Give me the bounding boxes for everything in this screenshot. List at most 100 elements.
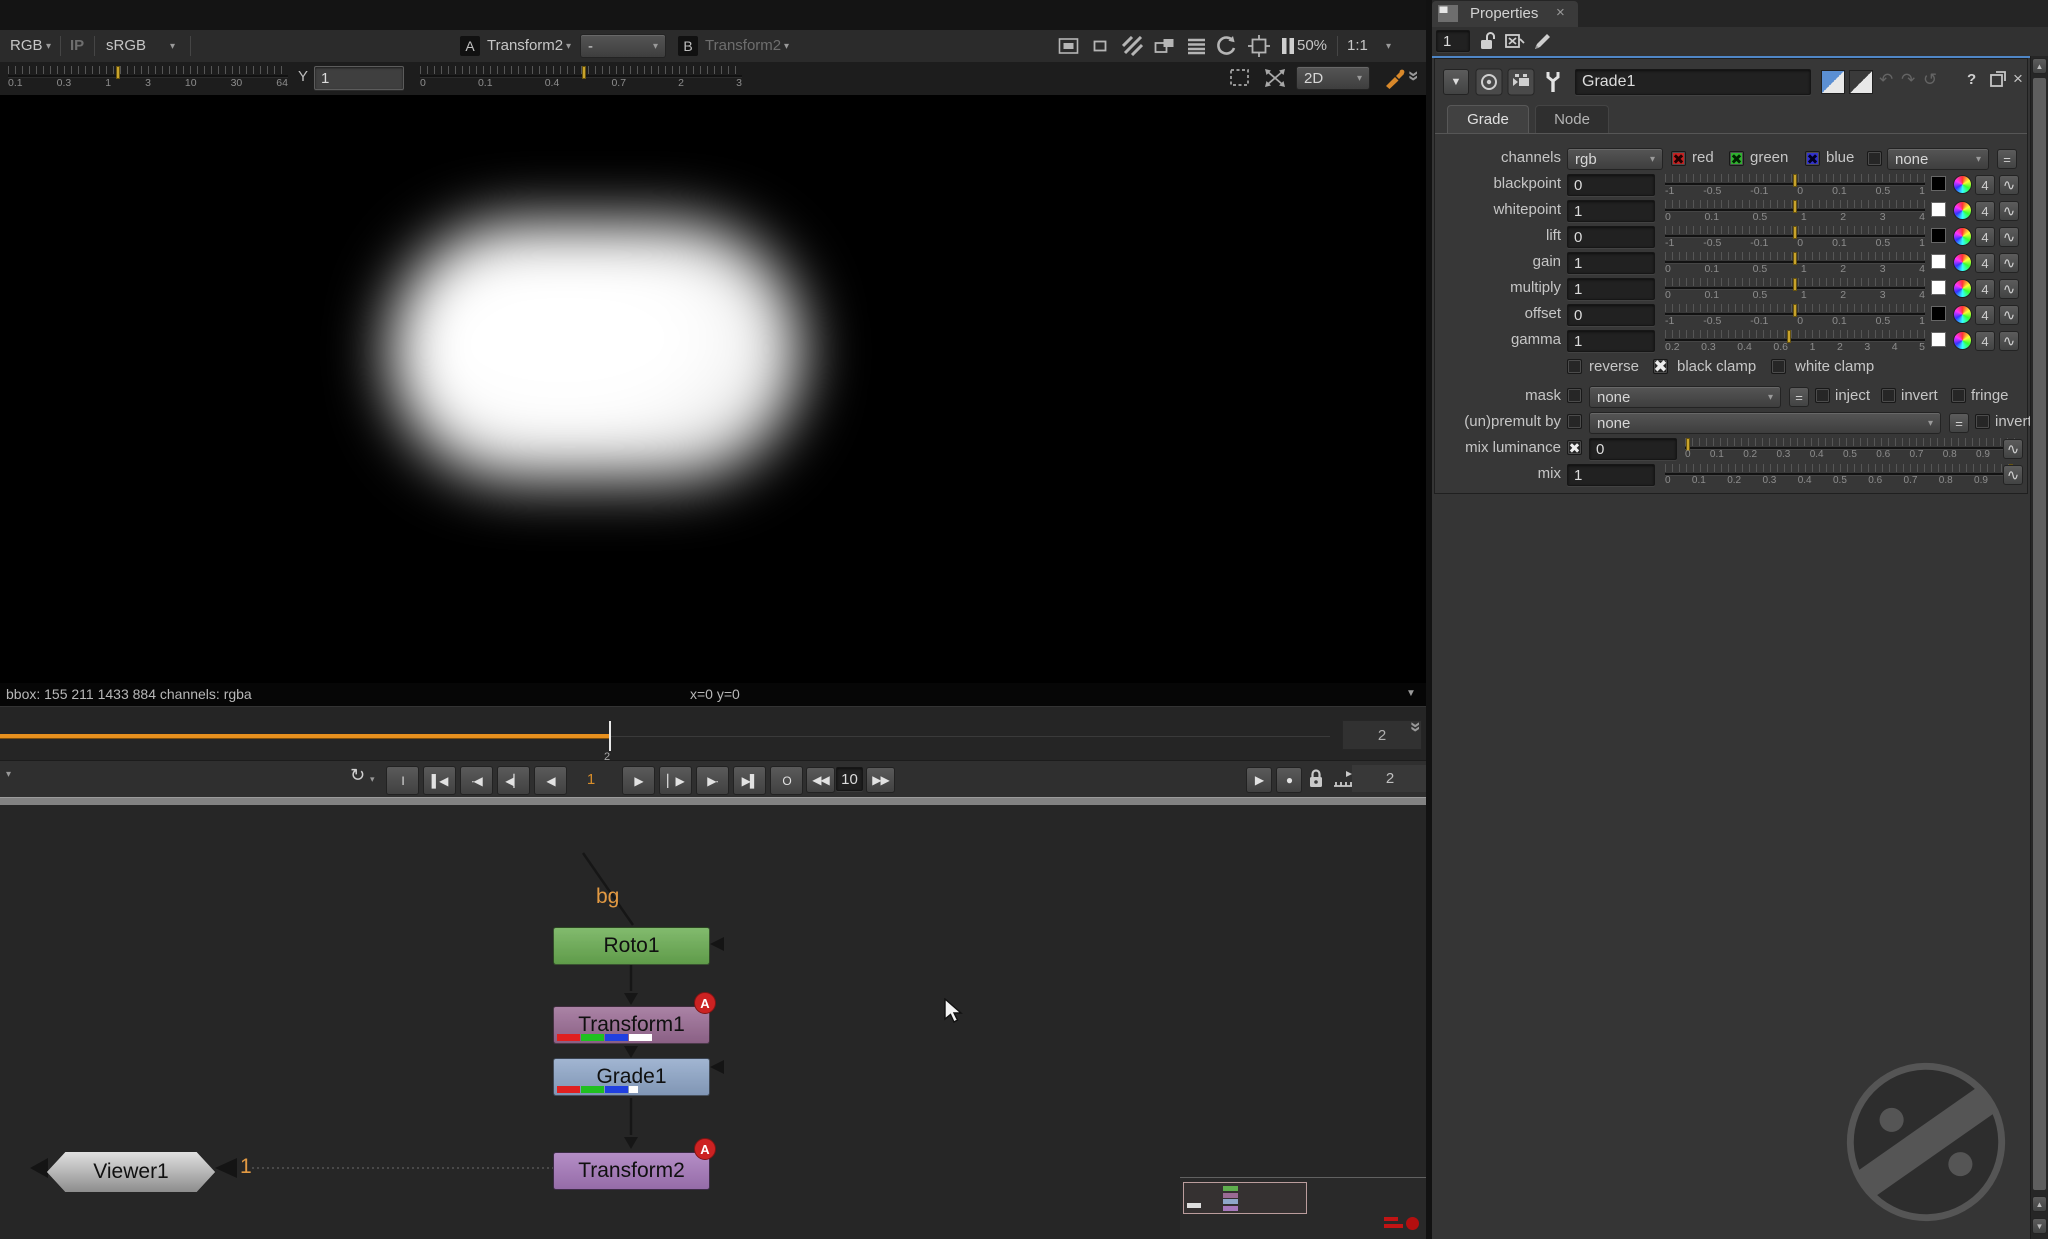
mix-luminance-checkbox[interactable]: ✖ bbox=[1567, 440, 1582, 455]
scrollbar-track[interactable]: ▲ ▲ ▼ bbox=[2030, 56, 2048, 1239]
split-compare-white-icon[interactable] bbox=[1849, 70, 1873, 94]
equals-button[interactable]: = bbox=[1997, 149, 2017, 169]
knob-slider[interactable]: 0 0.1 0.5 1 2 3 4 bbox=[1665, 277, 1925, 301]
pixel-aspect-dropdown[interactable]: 1:1 bbox=[1347, 37, 1368, 54]
close-panel-icon[interactable]: × bbox=[2013, 69, 2023, 89]
channel-count-button[interactable]: 4 bbox=[1975, 331, 1995, 351]
current-frame-field[interactable]: 1 bbox=[562, 766, 620, 793]
curve-editor-button[interactable]: ∿ bbox=[1999, 227, 2019, 247]
fringe-checkbox[interactable] bbox=[1951, 388, 1966, 403]
frame-decrement-button[interactable]: ◀◀ bbox=[806, 767, 835, 793]
horizontal-lines-icon[interactable] bbox=[1186, 36, 1207, 56]
gamma-value-input[interactable]: 1 bbox=[314, 66, 404, 90]
color-swatch[interactable] bbox=[1931, 228, 1946, 243]
knob-value-input[interactable]: 1 bbox=[1567, 330, 1655, 352]
frame-increment-button[interactable]: ▶▶ bbox=[866, 767, 895, 793]
minimap-view-rect[interactable] bbox=[1183, 1182, 1307, 1214]
scrollbar-thumb[interactable] bbox=[2033, 78, 2046, 1190]
chevron-down-icon[interactable]: ▾ bbox=[566, 41, 571, 52]
mix-luminance-input[interactable]: 0 bbox=[1589, 438, 1677, 460]
channel-count-button[interactable]: 4 bbox=[1975, 279, 1995, 299]
premult-checkbox[interactable] bbox=[1567, 414, 1582, 429]
equals-button[interactable]: = bbox=[1949, 413, 1969, 433]
lock-range-icon[interactable] bbox=[1306, 767, 1326, 791]
mix-slider[interactable]: 00.10.20.30.40.50.60.70.80.91 bbox=[1665, 463, 2015, 487]
color-wheel-icon[interactable] bbox=[1953, 227, 1972, 246]
playback-button[interactable]: ▶▌ bbox=[733, 766, 766, 795]
knob-slider[interactable]: -1 -0.5 -0.1 0 0.1 0.5 1 bbox=[1665, 225, 1925, 249]
knob-value-input[interactable]: 0 bbox=[1567, 226, 1655, 248]
curve-editor-button[interactable]: ∿ bbox=[1999, 305, 2019, 325]
playbar-menu-icon[interactable]: ▾ bbox=[6, 769, 11, 780]
curve-editor-button[interactable]: ∿ bbox=[2003, 439, 2023, 459]
channel-count-button[interactable]: 4 bbox=[1975, 305, 1995, 325]
color-swatch[interactable] bbox=[1931, 202, 1946, 217]
channel-display-dropdown[interactable]: RGB bbox=[10, 37, 43, 54]
node-graph-pane[interactable]: bg Roto1 Transform1 A Grade1 Transform2 … bbox=[0, 805, 1426, 1239]
input-process-toggle[interactable]: IP bbox=[70, 37, 84, 54]
node-roto1[interactable]: Roto1 bbox=[553, 927, 710, 965]
color-swatch[interactable] bbox=[1931, 176, 1946, 191]
channel-count-button[interactable]: 4 bbox=[1975, 175, 1995, 195]
extra-channel-checkbox[interactable] bbox=[1867, 151, 1882, 166]
playback-button[interactable]: ▶ bbox=[622, 766, 655, 795]
color-wheel-icon[interactable] bbox=[1953, 331, 1972, 350]
square-outline-icon[interactable] bbox=[1058, 36, 1079, 56]
color-wheel-icon[interactable] bbox=[1953, 305, 1972, 324]
reverse-checkbox[interactable] bbox=[1567, 359, 1582, 374]
record-icon[interactable]: ● bbox=[1276, 767, 1302, 793]
collapse-chevrons-icon[interactable]: « bbox=[1402, 71, 1424, 82]
red-channel-checkbox[interactable]: ✖ bbox=[1671, 151, 1686, 166]
curve-editor-button[interactable]: ∿ bbox=[1999, 253, 2019, 273]
tab-node[interactable]: Node bbox=[1535, 105, 1609, 133]
knob-value-input[interactable]: 1 bbox=[1567, 252, 1655, 274]
knob-slider[interactable]: 0 0.1 0.5 1 2 3 4 bbox=[1665, 199, 1925, 223]
color-swatch[interactable] bbox=[1931, 254, 1946, 269]
knob-value-input[interactable]: 0 bbox=[1567, 174, 1655, 196]
view-mode-dropdown[interactable]: 2D ▾ bbox=[1296, 66, 1370, 90]
knob-value-input[interactable]: 1 bbox=[1567, 278, 1655, 300]
color-wheel-icon[interactable] bbox=[1953, 279, 1972, 298]
lock-panels-icon[interactable] bbox=[1478, 30, 1498, 52]
playback-button[interactable]: ◀▏ bbox=[497, 766, 530, 795]
curve-editor-button[interactable]: ∿ bbox=[2003, 465, 2023, 485]
mask-checkbox[interactable] bbox=[1567, 388, 1582, 403]
loop-mode-icon[interactable]: ↻ bbox=[350, 765, 365, 786]
node-name-field[interactable]: Grade1 bbox=[1575, 69, 1811, 95]
ab-blend-dropdown[interactable]: - ▾ bbox=[580, 34, 666, 58]
mix-input[interactable]: 1 bbox=[1567, 464, 1655, 486]
curve-editor-button[interactable]: ∿ bbox=[1999, 331, 2019, 351]
chevron-down-icon[interactable]: ▾ bbox=[370, 774, 375, 785]
crop-frame-icon[interactable] bbox=[1248, 35, 1270, 57]
knob-slider[interactable]: -1 -0.5 -0.1 0 0.1 0.5 1 bbox=[1665, 303, 1925, 327]
edit-pencil-icon[interactable] bbox=[1532, 30, 1554, 52]
info-expand-icon[interactable]: ▼ bbox=[1406, 688, 1416, 699]
knob-slider[interactable]: 0.2 0.3 0.4 0.6 1 2 3 4 5 bbox=[1665, 329, 1925, 353]
viewer-gamma-slider[interactable]: 0 0.1 0.4 0.7 2 3 bbox=[420, 65, 742, 89]
playback-play-icon[interactable]: ▶ bbox=[1246, 767, 1272, 793]
inject-checkbox[interactable] bbox=[1815, 388, 1830, 403]
timeline[interactable]: 2 2 bbox=[0, 706, 1426, 763]
refresh-icon[interactable] bbox=[1216, 35, 1238, 57]
knob-slider[interactable]: 0 0.1 0.5 1 2 3 4 bbox=[1665, 251, 1925, 275]
bg-input-label[interactable]: bg bbox=[596, 885, 619, 909]
knob-value-input[interactable]: 1 bbox=[1567, 200, 1655, 222]
curve-editor-button[interactable]: ∿ bbox=[1999, 175, 2019, 195]
playback-button[interactable]: I bbox=[386, 766, 419, 795]
curve-editor-button[interactable]: ∿ bbox=[1999, 201, 2019, 221]
playback-button[interactable]: ∙◀ bbox=[460, 766, 493, 795]
color-wheel-icon[interactable] bbox=[1953, 201, 1972, 220]
frame-increment-field[interactable]: 10 bbox=[836, 767, 863, 791]
channel-count-button[interactable]: 4 bbox=[1975, 201, 1995, 221]
scrollbar-down-button[interactable]: ▼ bbox=[2032, 1218, 2047, 1234]
timeline-collapse-chevrons-icon[interactable]: « bbox=[1404, 722, 1426, 733]
color-swatch[interactable] bbox=[1931, 280, 1946, 295]
invert-mask-checkbox[interactable] bbox=[1881, 388, 1896, 403]
split-compare-blue-icon[interactable] bbox=[1821, 70, 1845, 94]
small-square-icon[interactable] bbox=[1090, 36, 1110, 56]
colorspace-dropdown[interactable]: sRGB bbox=[106, 37, 146, 54]
black-clamp-checkbox[interactable]: ✖ bbox=[1653, 358, 1668, 375]
overlapping-squares-icon[interactable] bbox=[1154, 36, 1176, 56]
playhead[interactable] bbox=[609, 721, 611, 751]
mix-luminance-slider[interactable]: 00.10.20.30.40.50.60.70.80.91 bbox=[1685, 437, 2015, 461]
